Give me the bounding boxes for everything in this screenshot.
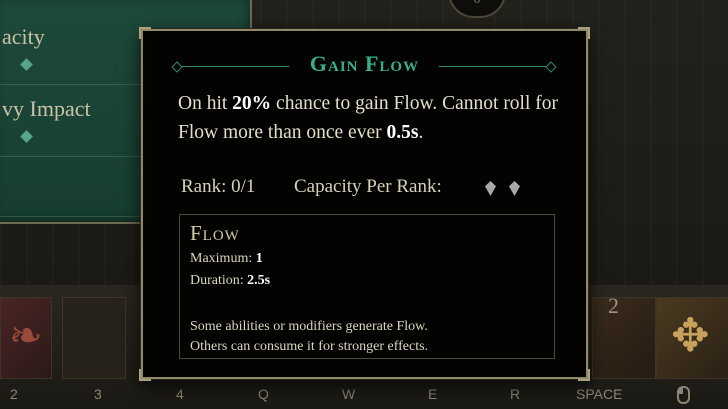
stat-maximum: Maximum: 1 xyxy=(190,251,263,267)
desc-text: On hit xyxy=(178,93,233,114)
tooltip-corner-ornament xyxy=(578,369,590,381)
hotbar-slot-1[interactable]: ❧ xyxy=(0,297,52,379)
keybind-space: SPACE xyxy=(576,386,623,402)
keybind-row: 2 3 4 Q W E R SPACE xyxy=(0,385,728,409)
hotbar-slot-2[interactable] xyxy=(62,297,126,379)
tooltip-description: On hit 20% chance to gain Flow. Cannot r… xyxy=(178,89,568,147)
keyword-title: Flow xyxy=(190,221,240,245)
keybind-4: 4 xyxy=(176,386,184,402)
tooltip-corner-ornament xyxy=(578,27,590,39)
desc-chance-value: 20% xyxy=(232,93,272,114)
stat-value: 1 xyxy=(255,251,263,266)
diamond-pip-icon xyxy=(20,130,33,143)
crossbow-icon: ✥ xyxy=(671,310,710,361)
tooltip-corner-ornament xyxy=(139,27,151,39)
tooltip-title: Gain Flow xyxy=(309,51,420,76)
keybind-e: E xyxy=(428,386,438,402)
keybind-w: W xyxy=(342,386,356,402)
mouse-icon xyxy=(677,386,690,404)
hotbar-slot-space[interactable] xyxy=(592,297,656,379)
desc-text: . xyxy=(418,122,424,143)
stat-label: Maximum: xyxy=(190,251,256,266)
rank-label: Rank: 0/1 xyxy=(181,176,256,197)
keyword-description-line: Others can consume it for stronger effec… xyxy=(190,339,429,354)
stat-label: Duration: xyxy=(190,273,248,288)
ability-tooltip: Gain Flow On hit 20% chance to gain Flow… xyxy=(139,27,590,381)
weapon-icon: ❧ xyxy=(9,313,43,358)
tooltip-corner-ornament xyxy=(139,369,151,381)
keybind-q: Q xyxy=(258,386,269,402)
keyword-description: Some abilities or modifiers generate Flo… xyxy=(190,317,550,357)
rank-row: Rank: 0/1 Capacity Per Rank: xyxy=(181,176,571,202)
hotbar-slot-count: 2 xyxy=(608,293,619,318)
capacity-label: Capacity Per Rank: xyxy=(294,176,442,197)
stat-value: 2.5s xyxy=(247,273,271,288)
skill-row-label: vy Impact xyxy=(2,96,91,121)
keybind-2: 2 xyxy=(10,386,18,402)
skill-row-label: acity xyxy=(2,24,45,49)
capacity-diamond-icon xyxy=(509,181,520,196)
desc-interval-value: 0.5s xyxy=(386,122,419,143)
stat-duration: Duration: 2.5s xyxy=(190,273,270,289)
diamond-pip-icon xyxy=(20,58,33,71)
hotbar-slot-mouse[interactable]: ✥ xyxy=(656,297,728,379)
capacity-diamond-icon xyxy=(485,181,496,196)
title-divider-right xyxy=(439,66,547,67)
keybind-r: R xyxy=(510,386,521,402)
keyword-info-box: Flow Maximum: 1 Duration: 2.5s Some abil… xyxy=(179,214,555,359)
keybind-3: 3 xyxy=(94,386,102,402)
keyword-description-line: Some abilities or modifiers generate Flo… xyxy=(190,319,428,334)
ornament-value: 0 xyxy=(450,0,504,8)
tooltip-header: Gain Flow xyxy=(143,51,586,81)
